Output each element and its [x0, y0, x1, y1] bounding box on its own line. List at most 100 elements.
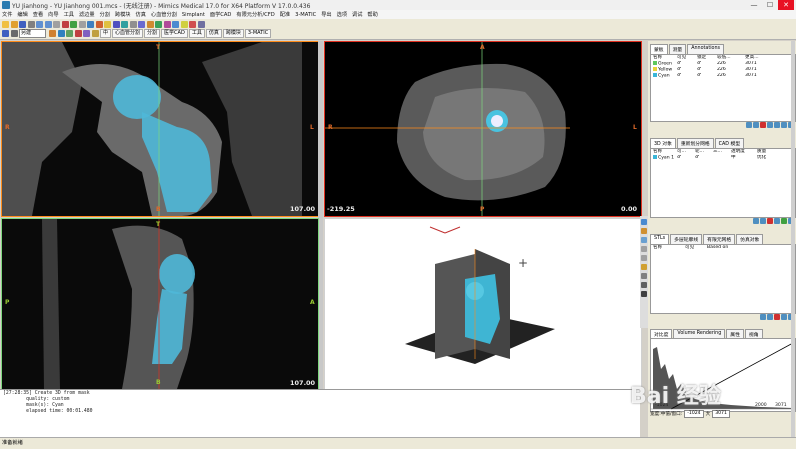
menu-cross-module[interactable]: 跨模块	[115, 11, 131, 18]
menu-view[interactable]: 查看	[33, 11, 43, 18]
duplicate-stl-icon[interactable]	[767, 314, 773, 320]
object-export-icon[interactable]	[781, 218, 787, 224]
delete-stl-icon[interactable]	[774, 314, 780, 320]
delete-mask-icon[interactable]	[760, 122, 766, 128]
view-select[interactable]: 另建	[19, 29, 46, 38]
new-object-icon[interactable]	[753, 218, 759, 224]
grid-icon[interactable]	[138, 21, 145, 28]
sagittal-viewport[interactable]: T B P A 107.00	[1, 218, 319, 390]
menu-segment[interactable]: 分割	[100, 11, 110, 18]
side-settings-icon[interactable]	[641, 273, 647, 279]
stl-info-icon[interactable]	[781, 314, 787, 320]
object-transparency[interactable]: 中	[729, 155, 755, 161]
menu-registration[interactable]: 配准	[280, 11, 290, 18]
coronal-viewport[interactable]: T B R L 107.00	[1, 41, 319, 217]
menu-cardiovascular[interactable]: 心血管分割	[151, 11, 177, 18]
boolean-icon[interactable]	[197, 21, 205, 28]
menu-file[interactable]: 文件	[2, 11, 12, 18]
side-measure-icon[interactable]	[641, 264, 647, 270]
save-icon[interactable]	[19, 21, 26, 28]
box-icon[interactable]	[66, 30, 73, 37]
mask-icon[interactable]	[155, 21, 162, 28]
rotate-icon[interactable]	[78, 21, 86, 28]
close-button[interactable]: ✕	[778, 0, 794, 10]
region-grow-icon[interactable]	[172, 21, 179, 28]
duplicate-object-icon[interactable]	[760, 218, 766, 224]
threshold-icon[interactable]	[163, 21, 171, 28]
tab-center[interactable]: 中	[100, 29, 112, 38]
minimize-button[interactable]: —	[746, 0, 762, 10]
pointer-icon[interactable]	[53, 21, 60, 28]
pan-icon[interactable]	[70, 21, 77, 28]
table-row[interactable]: Cyan 1 ♂ ♂ 中 优化	[651, 155, 795, 161]
side-rotate-icon[interactable]	[641, 246, 647, 252]
axial-viewport[interactable]: A P R L -219.25 0.00	[324, 41, 642, 217]
measure-icon[interactable]	[87, 21, 94, 28]
menu-filter[interactable]: 滤边量	[79, 11, 95, 18]
menu-export[interactable]: 导出	[321, 11, 331, 18]
menu-simulation[interactable]: 仿真	[136, 11, 146, 18]
menu-help[interactable]: 帮助	[367, 11, 377, 18]
right-scrollbar[interactable]	[791, 41, 795, 437]
menu-debug[interactable]: 调试	[352, 11, 362, 18]
tab-cross-module[interactable]: 跨模块	[222, 29, 244, 38]
maximize-button[interactable]: ☐	[762, 0, 778, 10]
tab-cardiovascular[interactable]: 心血管分割	[112, 29, 144, 38]
stop-icon[interactable]	[74, 30, 82, 37]
annotate-icon[interactable]	[95, 21, 103, 28]
side-pan-icon[interactable]	[641, 255, 647, 261]
side-light-icon[interactable]	[641, 228, 647, 234]
layers-icon[interactable]	[83, 30, 90, 37]
print-icon[interactable]	[27, 21, 35, 28]
light-icon[interactable]	[104, 21, 111, 28]
object-visible[interactable]: ♂	[675, 155, 693, 161]
settings-icon[interactable]	[129, 21, 137, 28]
menu-wizard[interactable]: 向导	[48, 11, 58, 18]
new-file-icon[interactable]	[2, 21, 9, 28]
contrast-icon[interactable]	[146, 21, 154, 28]
menu-fea-cfd[interactable]: 有限元分析/CFD	[236, 11, 274, 18]
cursor-icon[interactable]	[2, 30, 9, 37]
crosshair-icon[interactable]	[10, 30, 18, 37]
object-info-icon[interactable]	[774, 218, 780, 224]
table-row[interactable]: Cyan ♂ ♂ 226 3071	[651, 73, 795, 79]
side-more-icon[interactable]	[641, 291, 647, 297]
layout-icon[interactable]	[112, 21, 120, 28]
3d-viewport[interactable]: +	[324, 218, 642, 390]
tab-simulation[interactable]: 仿真	[205, 29, 222, 38]
tab-tools[interactable]: 工具	[188, 29, 205, 38]
menu-simplant[interactable]: Simplant	[182, 12, 205, 18]
side-view-icon[interactable]	[641, 219, 647, 225]
mask-properties-icon[interactable]	[774, 122, 780, 128]
zoom-icon[interactable]	[61, 21, 69, 28]
menu-3matic[interactable]: 3-MATIC	[295, 12, 316, 18]
delete-object-icon[interactable]	[767, 218, 773, 224]
mask-visible[interactable]: ♂	[675, 73, 695, 79]
duplicate-mask-icon[interactable]	[753, 122, 759, 128]
menu-edit[interactable]: 编辑	[17, 11, 27, 18]
new-mask-icon[interactable]	[746, 122, 752, 128]
view-icon[interactable]	[121, 21, 128, 28]
mask-locked[interactable]: ♂	[695, 73, 715, 79]
side-camera-icon[interactable]	[641, 237, 647, 243]
undo-icon[interactable]	[36, 21, 43, 28]
cut-icon[interactable]	[49, 30, 56, 37]
window-min-field[interactable]: -1024	[684, 410, 704, 418]
tab-segment[interactable]: 分割	[144, 29, 161, 38]
calc-3d-icon[interactable]	[189, 21, 196, 28]
redo-icon[interactable]	[44, 21, 52, 28]
menu-options[interactable]: 选项	[337, 11, 347, 18]
calculate-3d-icon[interactable]	[767, 122, 773, 128]
menu-tools[interactable]: 工具	[64, 11, 74, 18]
load-stl-icon[interactable]	[760, 314, 766, 320]
tab-medical-cad[interactable]: 医学CAD	[161, 29, 188, 38]
mask-info-icon[interactable]	[781, 122, 787, 128]
menu-medical-cad[interactable]: 面学CAD	[210, 11, 232, 18]
window-max-field[interactable]: 3071	[712, 410, 730, 418]
side-reset-icon[interactable]	[641, 282, 647, 288]
open-folder-icon[interactable]	[10, 21, 18, 28]
edit-mask-icon[interactable]	[180, 21, 188, 28]
object-contour[interactable]: ♂	[693, 155, 711, 161]
star-icon[interactable]	[91, 30, 99, 37]
tab-3matic[interactable]: 3-MATIC	[244, 29, 272, 38]
